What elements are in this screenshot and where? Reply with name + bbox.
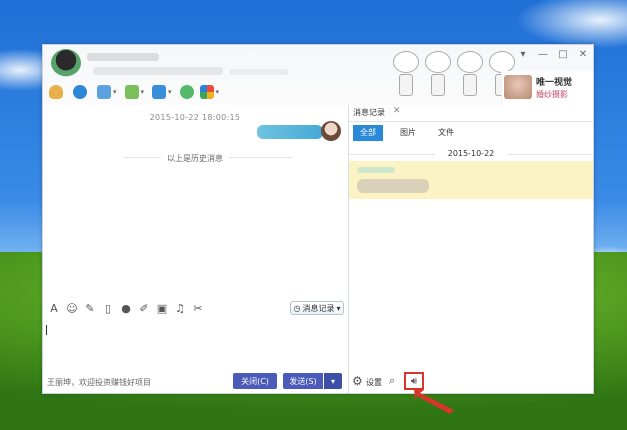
chevron-down-icon[interactable]: ▾ bbox=[168, 88, 172, 96]
share-screen-icon[interactable] bbox=[152, 85, 167, 99]
voice-call-icon[interactable] bbox=[49, 85, 63, 99]
chevron-down-icon[interactable]: ▾ bbox=[216, 88, 220, 96]
history-sender-blurred bbox=[357, 167, 395, 173]
video-call-icon[interactable] bbox=[73, 85, 87, 99]
history-tab-title[interactable]: 消息记录 bbox=[353, 107, 385, 118]
contact-avatar[interactable] bbox=[51, 49, 81, 77]
tab-files[interactable]: 文件 bbox=[431, 125, 461, 141]
message-timestamp: 2015-10-22 18:00:15 bbox=[149, 113, 241, 122]
chat-bottom-bar: 王丽坤，欢迎投资赚钱好项目 关闭(C) 发送(S) ▾ bbox=[43, 371, 347, 393]
history-message-item[interactable] bbox=[349, 161, 593, 199]
create-group-icon[interactable] bbox=[179, 85, 194, 99]
music-icon[interactable]: ♫ bbox=[173, 302, 187, 315]
ad-hint-text[interactable]: 王丽坤，欢迎投资赚钱好项目 bbox=[47, 377, 151, 388]
font-icon[interactable]: A bbox=[47, 302, 61, 315]
edit-icon[interactable]: ✐ bbox=[137, 302, 151, 315]
history-content-blurred bbox=[357, 179, 429, 193]
chat-window: 唯一视觉 婚纱摄影 ▾ — □ ✕ ▾ ▾ ▾ ▾ 2015-10-22 18:… bbox=[42, 44, 594, 394]
chevron-down-icon[interactable]: ▾ bbox=[141, 88, 145, 96]
chat-toolbar: ▾ ▾ ▾ ▾ bbox=[49, 83, 219, 101]
sent-message-bubble[interactable] bbox=[257, 125, 323, 139]
send-options-button[interactable]: ▾ bbox=[324, 373, 342, 389]
history-bottom-bar: ⚙ 设置 ⌕ 🔊︎ bbox=[349, 371, 593, 393]
window-titlebar: 唯一视觉 婚纱摄影 ▾ — □ ✕ ▾ ▾ ▾ ▾ bbox=[43, 45, 593, 105]
minimize-button[interactable]: — bbox=[537, 49, 549, 60]
tab-all[interactable]: 全部 bbox=[353, 125, 383, 141]
history-label: 以上是历史消息 bbox=[43, 153, 347, 164]
close-icon[interactable]: ✕ bbox=[393, 106, 401, 116]
chevron-down-icon[interactable]: ▾ bbox=[113, 88, 117, 96]
my-avatar[interactable] bbox=[321, 121, 341, 141]
image-icon[interactable]: ▣ bbox=[155, 302, 169, 315]
close-window-button[interactable]: ✕ bbox=[577, 49, 589, 60]
tab-images[interactable]: 图片 bbox=[393, 125, 423, 141]
promo-subtitle: 婚纱摄影 bbox=[536, 90, 568, 99]
chevron-down-icon: ▾ bbox=[336, 303, 341, 313]
promo-photo bbox=[504, 75, 532, 99]
settings-label[interactable]: 设置 bbox=[366, 377, 382, 388]
clock-icon: ◷ bbox=[293, 303, 301, 313]
tab-divider bbox=[349, 121, 593, 122]
message-input[interactable] bbox=[43, 319, 347, 369]
remote-desktop-icon[interactable] bbox=[97, 85, 111, 99]
gear-icon[interactable]: ⚙ bbox=[352, 374, 363, 388]
screenshot-icon[interactable]: ▯ bbox=[101, 302, 115, 315]
wand-icon[interactable]: ✎ bbox=[83, 302, 97, 315]
scissors-icon[interactable]: ✂ bbox=[191, 302, 205, 315]
menu-dropdown-icon[interactable]: ▾ bbox=[517, 49, 529, 60]
send-button[interactable]: 发送(S) bbox=[283, 373, 323, 389]
history-panel: 消息记录 ✕ 全部 图片 文件 2015-10-22 ⚙ 设置 ⌕ 🔊︎ bbox=[349, 105, 593, 393]
emoji-icon[interactable]: ☺ bbox=[65, 302, 79, 315]
chat-messages-area[interactable]: 2015-10-22 18:00:15 以上是历史消息 bbox=[43, 105, 347, 295]
contact-signature-blurred bbox=[93, 67, 223, 75]
history-date: 2015-10-22 bbox=[447, 149, 495, 158]
message-record-button[interactable]: ◷ 消息记录 ▾ bbox=[290, 301, 344, 315]
promo-title: 唯一视觉 bbox=[536, 78, 573, 88]
annotation-arrow bbox=[414, 388, 454, 414]
search-icon[interactable]: ⌕ bbox=[389, 374, 395, 388]
send-file-icon[interactable] bbox=[124, 85, 139, 99]
mic-icon[interactable]: ● bbox=[119, 302, 133, 315]
message-record-label: 消息记录 bbox=[302, 303, 335, 313]
text-caret bbox=[46, 325, 47, 335]
maximize-button[interactable]: □ bbox=[557, 49, 569, 60]
history-filter-tabs: 全部 图片 文件 bbox=[349, 125, 593, 141]
close-button[interactable]: 关闭(C) bbox=[233, 373, 277, 389]
apps-icon[interactable] bbox=[199, 85, 214, 99]
promo-banner[interactable]: 唯一视觉 婚纱摄影 bbox=[501, 71, 593, 105]
contact-signature-blurred-2 bbox=[229, 69, 289, 75]
contact-name-blurred bbox=[87, 53, 159, 61]
